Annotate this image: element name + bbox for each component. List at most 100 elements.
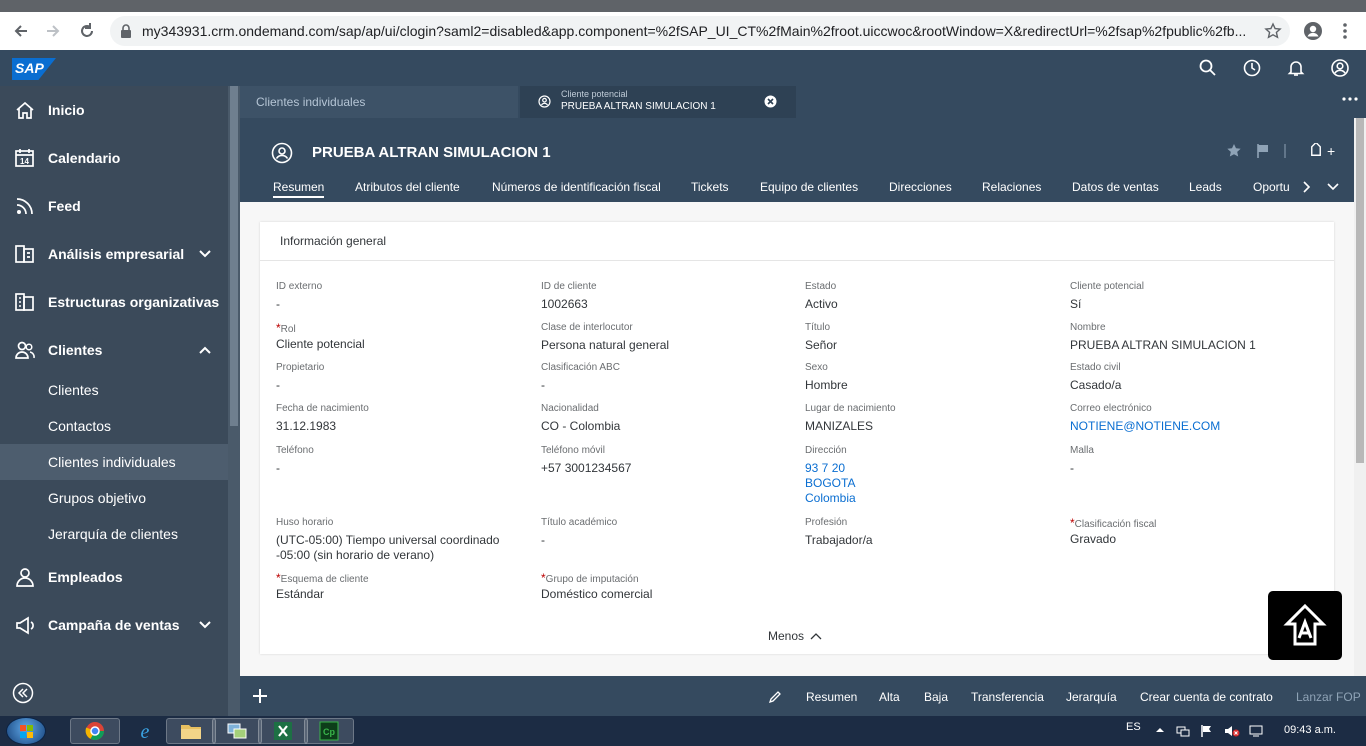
notification-bell-icon[interactable]	[1286, 58, 1306, 78]
browser-menu-icon[interactable]	[1334, 20, 1356, 42]
captivate-taskbar-icon[interactable]: Cp	[304, 718, 354, 744]
language-indicator[interactable]: ES	[1126, 721, 1141, 733]
address-link[interactable]: 93 7 20 BOGOTA Colombia	[805, 461, 1055, 506]
field-sexo: Sexo Hombre	[805, 362, 848, 392]
close-tab-icon[interactable]	[764, 95, 777, 108]
sidebar-subitem-grupos-objetivo[interactable]: Grupos objetivo	[0, 480, 228, 516]
browser-tabstrip	[0, 0, 1366, 12]
sidebar-item-estructuras-organizativas[interactable]: Estructuras organizativas	[0, 278, 228, 326]
sidebar-scroll-thumb[interactable]	[230, 86, 238, 426]
address-bar[interactable]: my343931.crm.ondemand.com/sap/ap/ui/clog…	[110, 16, 1290, 46]
tab-clientes-individuales[interactable]: Clientes individuales	[240, 86, 518, 118]
lanzar-fop-button[interactable]: Lanzar FOP	[1296, 690, 1361, 704]
svg-text:e: e	[141, 721, 150, 742]
field-propietario: Propietario -	[276, 362, 325, 392]
profile-icon[interactable]	[1302, 20, 1324, 42]
tab-leads[interactable]: Leads	[1189, 180, 1222, 194]
field-cliente-potencial: Cliente potencial Sí	[1070, 281, 1144, 311]
chevron-right-icon[interactable]	[1302, 180, 1314, 194]
edit-pencil-icon[interactable]	[768, 690, 782, 704]
volume-muted-icon[interactable]	[1224, 724, 1240, 738]
sidebar-subitem-contactos[interactable]: Contactos	[0, 408, 228, 444]
sidebar-item-clientes[interactable]: Clientes	[0, 326, 228, 374]
bookmark-star-icon[interactable]	[1264, 22, 1282, 40]
forward-icon[interactable]	[42, 20, 64, 42]
tab-cliente-potencial[interactable]: Cliente potencial PRUEBA ALTRAN SIMULACI…	[520, 86, 796, 118]
file-explorer-taskbar-icon[interactable]	[166, 718, 216, 744]
employee-icon	[14, 566, 36, 588]
add-icon[interactable]	[252, 688, 268, 704]
action-center-flag-icon[interactable]	[1200, 724, 1214, 738]
field-malla: Malla -	[1070, 445, 1094, 475]
header-actions: +	[1226, 142, 1335, 160]
content-scrollbar[interactable]	[1354, 118, 1366, 716]
windows-start-button[interactable]	[6, 717, 46, 745]
tab-numeros-identificacion-fiscal[interactable]: Números de identificación fiscal	[492, 180, 661, 194]
resumen-button[interactable]: Resumen	[806, 690, 857, 704]
field-rol: *Rol Cliente potencial	[276, 321, 365, 351]
tab-direcciones[interactable]: Direcciones	[889, 180, 952, 194]
add-tag-button[interactable]: +	[1308, 143, 1335, 159]
field-titulo-academico: Título académico -	[541, 517, 618, 547]
sidebar-item-label: Calendario	[48, 150, 121, 166]
sidebar-scrollbar[interactable]	[228, 86, 240, 716]
internet-explorer-taskbar-icon[interactable]: e	[120, 718, 170, 744]
show-hidden-icons-icon[interactable]	[1154, 724, 1168, 738]
field-nacionalidad: Nacionalidad CO - Colombia	[541, 403, 621, 433]
alta-button[interactable]: Alta	[879, 690, 900, 704]
favorite-star-icon[interactable]	[1226, 143, 1242, 159]
flag-icon[interactable]	[1256, 143, 1270, 159]
remote-desktop-taskbar-icon[interactable]	[212, 718, 262, 744]
search-icon[interactable]	[1198, 58, 1218, 78]
user-account-icon[interactable]	[1330, 58, 1350, 78]
sap-logo[interactable]: SAP	[12, 58, 56, 80]
network-tray-icon[interactable]	[1176, 724, 1190, 738]
field-esquema-cliente: *Esquema de cliente Estándar	[276, 571, 369, 601]
sidebar-item-analisis-empresarial[interactable]: Análisis empresarial	[0, 230, 228, 278]
field-nombre: Nombre PRUEBA ALTRAN SIMULACION 1	[1070, 322, 1256, 352]
back-icon[interactable]	[10, 20, 32, 42]
tab-tickets[interactable]: Tickets	[691, 180, 729, 194]
sidebar-item-campana-ventas[interactable]: Campaña de ventas	[0, 601, 228, 649]
email-link[interactable]: NOTIENE@NOTIENE.COM	[1070, 419, 1320, 434]
field-clasificacion-fiscal: *Clasificación fiscal Gravado	[1070, 516, 1157, 546]
recorder-watermark-logo	[1268, 591, 1342, 660]
crear-cuenta-contrato-button[interactable]: Crear cuenta de contrato	[1140, 690, 1273, 704]
show-less-button[interactable]: Menos	[768, 629, 822, 643]
jerarquia-button[interactable]: Jerarquía	[1066, 690, 1117, 704]
sidebar-item-empleados[interactable]: Empleados	[0, 553, 228, 601]
recent-clock-icon[interactable]	[1242, 58, 1262, 78]
excel-taskbar-icon[interactable]	[258, 718, 308, 744]
sidebar-subitem-clientes-individuales[interactable]: Clientes individuales	[0, 444, 228, 480]
field-telefono: Teléfono -	[276, 445, 314, 475]
collapse-sidebar-icon[interactable]	[12, 682, 34, 704]
tab-atributos-cliente[interactable]: Atributos del cliente	[355, 180, 460, 194]
baja-button[interactable]: Baja	[924, 690, 948, 704]
field-id-externo: ID externo -	[276, 281, 323, 311]
sidebar-subitem-clientes[interactable]: Clientes	[0, 372, 228, 408]
transferencia-button[interactable]: Transferencia	[971, 690, 1044, 704]
sidebar-item-inicio[interactable]: Inicio	[0, 86, 228, 134]
lock-icon	[120, 24, 132, 38]
sidebar-item-label: Estructuras organizativas	[48, 294, 220, 310]
chevron-up-icon	[810, 632, 822, 640]
taskbar-clock[interactable]: 09:43 a.m.	[1284, 724, 1336, 736]
tab-relaciones[interactable]: Relaciones	[982, 180, 1041, 194]
chrome-taskbar-icon[interactable]	[70, 718, 120, 744]
display-tray-icon[interactable]	[1248, 724, 1263, 738]
tab-oportunidades[interactable]: Oportu	[1253, 180, 1290, 194]
person-circle-icon	[538, 95, 551, 108]
more-tabs-icon[interactable]	[1342, 96, 1358, 102]
person-avatar-icon	[271, 142, 293, 164]
tab-equipo-clientes[interactable]: Equipo de clientes	[760, 180, 858, 194]
content-scroll-thumb[interactable]	[1356, 118, 1364, 463]
sidebar-item-label: Clientes	[48, 342, 103, 358]
sidebar-subitem-jerarquia-clientes[interactable]: Jerarquía de clientes	[0, 516, 228, 552]
field-clasificacion-abc: Clasificación ABC -	[541, 362, 620, 392]
sidebar-item-feed[interactable]: Feed	[0, 182, 228, 230]
reload-icon[interactable]	[76, 20, 98, 42]
tab-resumen[interactable]: Resumen	[273, 180, 325, 198]
sidebar-item-calendario[interactable]: 14 Calendario	[0, 134, 228, 182]
chevron-down-icon[interactable]	[1326, 180, 1342, 194]
tab-datos-ventas[interactable]: Datos de ventas	[1072, 180, 1159, 194]
